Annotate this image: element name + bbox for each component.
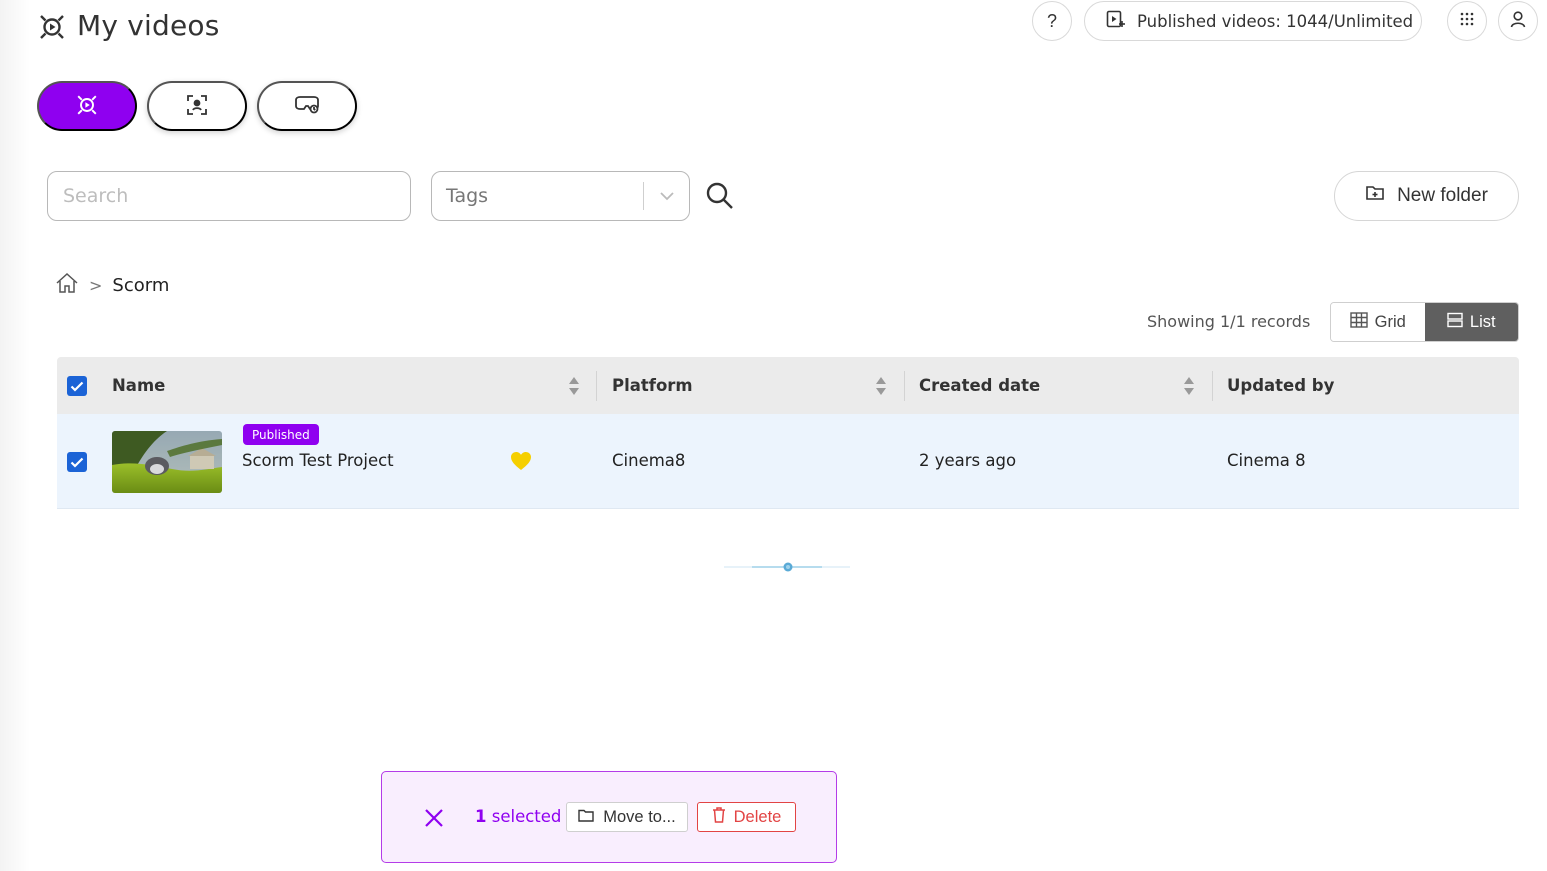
video-reel-icon bbox=[75, 93, 99, 120]
mode-videos-button[interactable] bbox=[37, 81, 137, 131]
chevron-down-icon[interactable] bbox=[644, 191, 689, 201]
table-row[interactable]: Published Scorm Test Project Cinema8 2 y… bbox=[57, 414, 1519, 509]
heart-icon[interactable] bbox=[510, 451, 532, 475]
list-view-label: List bbox=[1469, 312, 1496, 331]
breadcrumb-current[interactable]: Scorm bbox=[112, 275, 169, 296]
delete-button[interactable]: Delete bbox=[697, 802, 796, 832]
search-input[interactable] bbox=[47, 171, 411, 221]
loading-indicator bbox=[724, 559, 850, 573]
column-header-name[interactable]: Name bbox=[112, 357, 165, 414]
platform-cell: Cinema8 bbox=[612, 451, 686, 470]
column-header-platform[interactable]: Platform bbox=[612, 357, 693, 414]
sort-icon[interactable] bbox=[568, 376, 580, 400]
table-grid-icon bbox=[1349, 311, 1368, 333]
help-button[interactable]: ? bbox=[1032, 1, 1072, 41]
help-label: ? bbox=[1046, 10, 1057, 31]
mode-vr-button[interactable] bbox=[257, 81, 357, 131]
updated-by-cell: Cinema 8 bbox=[1227, 451, 1306, 470]
column-header-created[interactable]: Created date bbox=[919, 357, 1040, 414]
list-view-button[interactable]: List bbox=[1424, 303, 1518, 341]
new-folder-label: New folder bbox=[1397, 185, 1488, 206]
column-header-updated-by[interactable]: Updated by bbox=[1227, 357, 1334, 414]
sort-icon[interactable] bbox=[1183, 376, 1195, 400]
video-reel-icon bbox=[37, 12, 67, 42]
view-toggle: Grid List bbox=[1330, 302, 1519, 342]
user-button[interactable] bbox=[1498, 1, 1538, 41]
table-header: Name Platform Created date Updated by bbox=[57, 357, 1519, 414]
focus-scan-icon bbox=[185, 93, 209, 120]
mode-scan-button[interactable] bbox=[147, 81, 247, 131]
video-upload-icon bbox=[1105, 9, 1125, 33]
column-divider bbox=[1212, 371, 1213, 401]
row-checkbox[interactable] bbox=[67, 452, 87, 472]
magnifier-icon bbox=[705, 181, 735, 214]
grid-dots-icon bbox=[1459, 11, 1475, 32]
folder-icon bbox=[578, 808, 594, 827]
move-to-label: Move to... bbox=[603, 807, 676, 826]
selected-count-suffix: selected bbox=[491, 807, 562, 826]
folder-plus-icon bbox=[1365, 184, 1385, 208]
vr-headset-icon bbox=[293, 94, 321, 119]
breadcrumb: > Scorm bbox=[55, 272, 169, 299]
page-title: My videos bbox=[77, 9, 220, 42]
tags-select[interactable]: Tags bbox=[431, 171, 690, 221]
apps-button[interactable] bbox=[1447, 1, 1487, 41]
new-folder-button[interactable]: New folder bbox=[1334, 171, 1519, 221]
published-videos-label: Published videos: 1044/Unlimited bbox=[1137, 11, 1414, 31]
home-icon[interactable] bbox=[55, 272, 79, 299]
select-all-checkbox[interactable] bbox=[67, 376, 87, 396]
column-divider bbox=[904, 371, 905, 401]
video-thumbnail[interactable] bbox=[112, 431, 222, 493]
records-count: Showing 1/1 records bbox=[1147, 312, 1311, 331]
sort-icon[interactable] bbox=[875, 376, 887, 400]
close-icon[interactable] bbox=[422, 806, 446, 830]
video-name[interactable]: Scorm Test Project bbox=[242, 451, 394, 470]
grid-view-button[interactable]: Grid bbox=[1331, 303, 1425, 341]
breadcrumb-separator: > bbox=[89, 276, 103, 295]
selected-count: 1 selected bbox=[475, 807, 561, 826]
list-icon bbox=[1447, 312, 1463, 333]
created-date-cell: 2 years ago bbox=[919, 451, 1017, 470]
status-badge: Published bbox=[243, 424, 319, 445]
selected-count-number: 1 bbox=[475, 807, 487, 826]
column-divider bbox=[596, 371, 597, 401]
published-videos-pill[interactable]: Published videos: 1044/Unlimited bbox=[1084, 1, 1422, 41]
delete-label: Delete bbox=[733, 807, 782, 826]
selection-action-bar: 1 selected Move to... Delete bbox=[381, 771, 837, 863]
user-icon bbox=[1509, 10, 1527, 33]
tags-placeholder: Tags bbox=[446, 185, 489, 207]
trash-icon bbox=[712, 806, 726, 828]
page-shade bbox=[0, 0, 30, 871]
grid-view-label: Grid bbox=[1374, 312, 1406, 331]
search-button[interactable] bbox=[703, 180, 737, 214]
move-to-button[interactable]: Move to... bbox=[566, 802, 688, 832]
